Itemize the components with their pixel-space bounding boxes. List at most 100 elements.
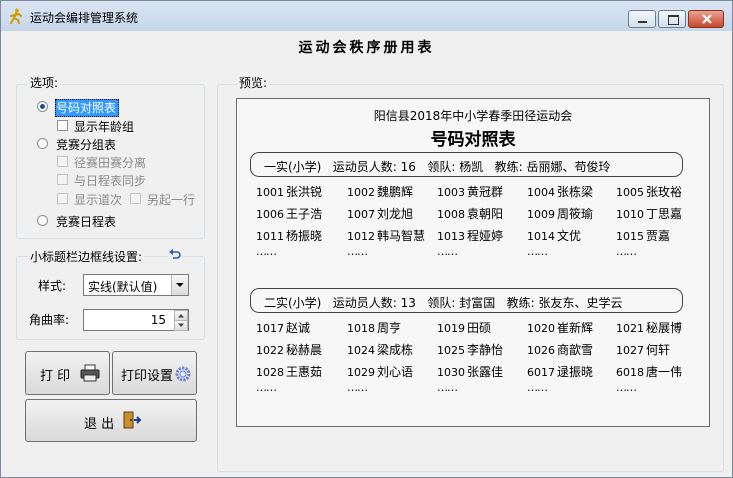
athlete-number: 1005 [616,186,644,199]
style-select-value: 实线(默认值) [88,280,158,294]
athlete-name: 张玫裕 [646,185,683,199]
athlete-entry: 1012 韩马智慧 [347,227,425,244]
athlete-entry: 1028 王惠茹 [256,363,322,380]
minimize-button[interactable] [628,10,656,28]
radio-group-table-label[interactable]: 竞赛分组表 [56,136,116,153]
page-subtitle: 运动会秩序册用表 [298,40,435,56]
athlete-name: 黄冠群 [467,185,504,199]
ellipsis-marker: …… [347,381,368,394]
athlete-name: 秘展博 [646,321,683,335]
close-icon [702,14,712,24]
show-lane-checkbox[interactable] [57,193,68,204]
athlete-number: 1026 [527,344,555,357]
athlete-number: 1004 [527,186,555,199]
show-age-group-checkbox[interactable] [57,120,68,131]
team-header-bar: 二实(小学) 运动员人数: 13 领队: 封富国 教练: 张友东、史学云 [250,288,683,313]
athlete-entry: 1005 张玫裕 [616,183,682,200]
athlete-name: 韩马智慧 [377,229,426,243]
maximize-button[interactable] [658,10,686,28]
team-header-text: 二实(小学) 运动员人数: 13 领队: 封富国 教练: 张友东、史学云 [264,296,623,310]
radio-schedule-table-label[interactable]: 竞赛日程表 [56,213,116,230]
athlete-name: 张栋梁 [557,185,594,199]
radio-schedule-table[interactable] [37,215,48,226]
athlete-entry: 1004 张栋梁 [527,183,593,200]
athlete-entry: 1007 刘龙旭 [347,205,413,222]
title-bar: 运动会编排管理系统 [1,1,732,31]
print-settings-label: 打印设置 [121,369,174,384]
track-field-split-label: 径赛田赛分离 [74,156,147,170]
printer-icon [80,364,100,382]
radio-group-table[interactable] [37,138,48,149]
athlete-entry: 1022 秘赫晨 [256,341,322,358]
athlete-number: 1030 [437,366,465,379]
athlete-number: 1001 [256,186,284,199]
athlete-name: 贾嘉 [646,229,671,243]
maximize-icon [668,15,679,25]
athlete-name: 梁成栋 [377,343,414,357]
corner-spinner[interactable]: 15 [83,309,189,331]
minimize-icon [638,21,647,23]
undo-arrow-icon[interactable] [168,249,182,261]
athlete-name: 魏鹏辉 [377,185,414,199]
radio-number-table[interactable] [37,101,48,112]
print-settings-button[interactable]: 打印设置 [112,351,197,395]
athlete-name: 文优 [557,229,582,243]
athlete-number: 6017 [527,366,555,379]
sync-schedule-checkbox[interactable] [57,174,68,185]
athlete-number: 1003 [437,186,465,199]
athlete-name: 周亨 [377,321,402,335]
athlete-name: 王惠茹 [286,365,323,379]
style-select[interactable]: 实线(默认值) [83,274,189,296]
print-button[interactable]: 打 印 [25,351,110,395]
athlete-number: 1015 [616,230,644,243]
athlete-entry: 1017 赵诚 [256,319,310,336]
athlete-entry: 1029 刘心语 [347,363,413,380]
new-line-label: 另起一行 [147,193,196,207]
athlete-name: 周筱瑜 [557,207,594,221]
track-field-split-checkbox[interactable] [57,156,68,167]
team-header-bar: 一实(小学) 运动员人数: 16 领队: 杨凯 教练: 岳丽娜、苟俊玲 [250,152,683,177]
ellipsis-marker: …… [616,245,637,258]
show-age-group-label[interactable]: 显示年龄组 [74,118,134,135]
sync-schedule-label: 与日程表同步 [74,174,147,188]
ellipsis-marker: …… [256,245,277,258]
athlete-entry: 1014 文优 [527,227,581,244]
window-title: 运动会编排管理系统 [30,11,139,25]
athlete-number: 1027 [616,344,644,357]
athlete-number: 1028 [256,366,284,379]
exit-button-label: 退 出 [84,417,115,432]
athlete-entry: 1015 贾嘉 [616,227,670,244]
radio-number-table-label[interactable]: 号码对照表 [56,99,116,116]
athlete-name: 丁思嘉 [646,207,683,221]
runner-app-icon [10,8,22,24]
athlete-entry: 6018 唐一伟 [616,363,682,380]
ellipsis-marker: …… [527,381,548,394]
athlete-name: 程娅婷 [467,229,504,243]
athlete-number: 1022 [256,344,284,357]
athlete-number: 1024 [347,344,375,357]
athlete-entry: 1008 袁朝阳 [437,205,503,222]
athlete-number: 1009 [527,208,555,221]
athlete-entry: 1025 李静怡 [437,341,503,358]
options-group-label: 选项: [28,74,61,91]
new-line-checkbox[interactable] [130,193,141,204]
athlete-name: 商歆雪 [557,343,594,357]
athlete-name: 张露佳 [467,365,504,379]
style-dropdown-button[interactable] [171,275,188,295]
ellipsis-marker: …… [347,245,368,258]
close-button[interactable] [688,10,724,28]
athlete-number: 1014 [527,230,555,243]
athlete-entry: 1009 周筱瑜 [527,205,593,222]
athlete-entry: 1030 张露佳 [437,363,503,380]
preview-label: 预览: [237,74,270,91]
preview-paper: 阳信县2018年中小学春季田径运动会 号码对照表 一实(小学) 运动员人数: 1… [236,98,710,427]
athlete-number: 1025 [437,344,465,357]
print-button-label: 打 印 [40,369,71,384]
athlete-name: 袁朝阳 [467,207,504,221]
spin-down-button[interactable] [174,320,188,331]
athlete-entry: 1013 程娅婷 [437,227,503,244]
athlete-number: 1011 [256,230,284,243]
style-label: 样式: [38,279,67,293]
exit-button[interactable]: 退 出 [25,399,197,442]
athlete-number: 1019 [437,322,465,335]
